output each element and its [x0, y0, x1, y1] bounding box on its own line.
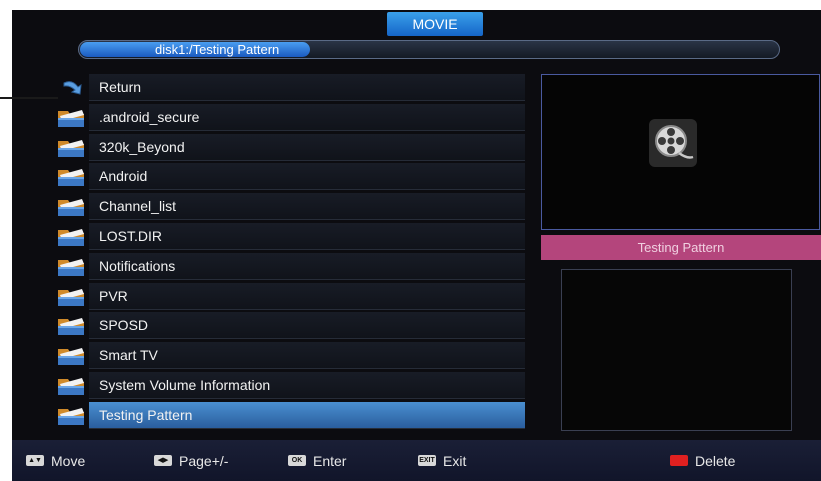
folder-icon	[58, 288, 84, 306]
hint-delete: Delete	[670, 440, 735, 481]
folder-icon	[58, 258, 84, 276]
list-item-folder[interactable]: Smart TV	[56, 341, 526, 371]
footer-hint-bar: ▲▼ Move ◀▶ Page+/- OK Enter EXIT Exit De…	[12, 440, 821, 481]
list-item-label: .android_secure	[99, 108, 200, 125]
list-item-label: Smart TV	[99, 347, 158, 364]
row-background	[89, 312, 525, 340]
list-item-folder[interactable]: 320k_Beyond	[56, 133, 526, 163]
list-item-folder[interactable]: SPOSD	[56, 311, 526, 341]
hint-exit-label: Exit	[443, 452, 467, 469]
exit-key-icon: EXIT	[418, 455, 436, 466]
folder-icon	[58, 407, 84, 425]
path-breadcrumb: disk1:/Testing Pattern	[78, 40, 780, 59]
folder-icon	[58, 318, 84, 336]
movie-browser-screen: MOVIE disk1:/Testing Pattern Return .and…	[0, 10, 821, 481]
row-background	[89, 282, 525, 310]
row-background	[89, 74, 525, 101]
callout-pointer-line	[0, 97, 58, 99]
hint-exit: EXIT Exit	[418, 440, 466, 481]
row-background	[89, 163, 525, 191]
list-item-folder[interactable]: Notifications	[56, 252, 526, 282]
list-item-folder[interactable]: Android	[56, 162, 526, 192]
list-item-folder[interactable]: LOST.DIR	[56, 222, 526, 252]
list-item-label: PVR	[99, 287, 128, 304]
folder-icon	[58, 348, 84, 366]
list-item-folder[interactable]: .android_secure	[56, 103, 526, 133]
hint-move: ▲▼ Move	[26, 440, 85, 481]
preview-panel	[541, 74, 820, 230]
return-icon	[63, 81, 82, 95]
list-item-label: Testing Pattern	[99, 406, 193, 423]
hint-page: ◀▶ Page+/-	[154, 440, 228, 481]
film-reel-icon	[649, 119, 697, 167]
folder-icon	[58, 199, 84, 217]
hint-enter: OK Enter	[288, 440, 346, 481]
selected-item-name: Testing Pattern	[541, 235, 821, 260]
left-right-key-icon: ◀▶	[154, 455, 172, 466]
folder-icon	[58, 377, 84, 395]
info-panel	[561, 269, 792, 431]
red-key-icon	[670, 455, 688, 466]
ok-key-icon: OK	[288, 455, 306, 466]
list-item-label: 320k_Beyond	[99, 138, 185, 155]
folder-icon	[58, 139, 84, 157]
list-item-label: Notifications	[99, 257, 176, 274]
up-down-key-icon: ▲▼	[26, 455, 44, 466]
list-item-folder[interactable]: System Volume Information	[56, 371, 526, 401]
hint-enter-label: Enter	[313, 452, 347, 469]
file-list: Return .android_secure 320k_Beyond Andro…	[56, 73, 526, 431]
folder-icon	[58, 228, 84, 246]
folder-icon	[58, 169, 84, 187]
list-item-label: Return	[99, 79, 142, 95]
path-label: disk1:/Testing Pattern	[155, 42, 280, 57]
list-item-label: System Volume Information	[99, 376, 271, 393]
list-item-folder-selected[interactable]: Testing Pattern	[56, 401, 526, 431]
list-item-return[interactable]: Return	[56, 73, 526, 103]
hint-delete-label: Delete	[695, 452, 736, 469]
list-item-label: SPOSD	[99, 317, 149, 334]
list-item-folder[interactable]: PVR	[56, 282, 526, 312]
list-item-label: Channel_list	[99, 198, 177, 215]
hint-move-label: Move	[51, 452, 86, 469]
list-item-folder[interactable]: Channel_list	[56, 192, 526, 222]
page-title: MOVIE	[387, 12, 483, 36]
folder-icon	[58, 109, 84, 127]
list-item-label: LOST.DIR	[99, 227, 163, 244]
list-item-label: Android	[99, 168, 148, 185]
hint-page-label: Page+/-	[179, 452, 229, 469]
